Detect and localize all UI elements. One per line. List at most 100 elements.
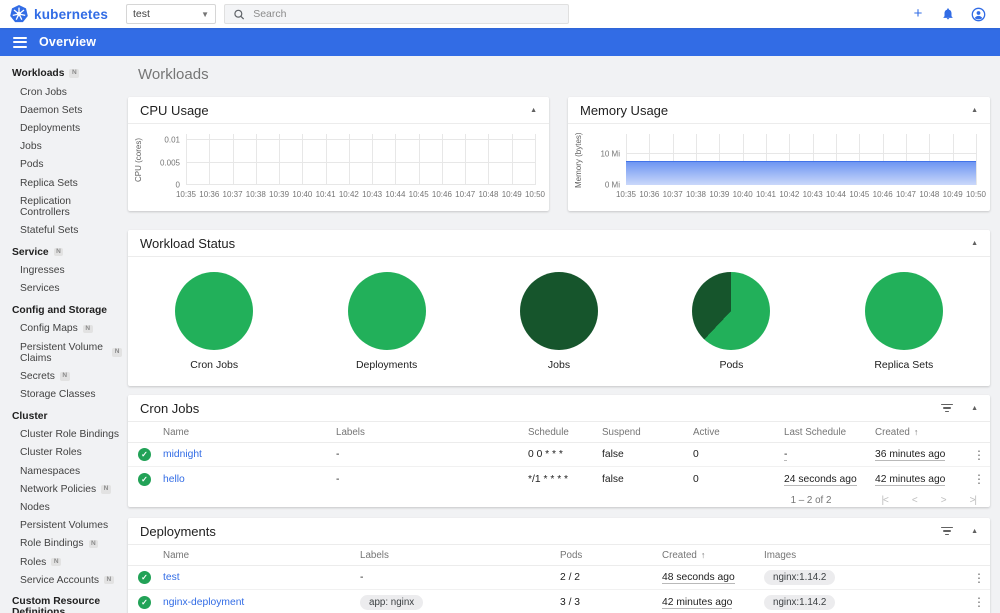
sidebar-item-jobs[interactable]: Jobs	[0, 138, 126, 156]
collapse-icon[interactable]: ▲	[971, 528, 978, 535]
table-row: ✓ midnight -0 0 * * * false 0-36 minutes ago…	[128, 443, 990, 467]
labels-value: app: nginx	[360, 594, 424, 610]
schedule-cell: */1 * * * *	[528, 473, 569, 485]
sidebar-section-cluster[interactable]: Cluster	[0, 406, 126, 426]
column-header-created[interactable]: Created ↑	[875, 427, 968, 438]
column-header-images[interactable]: Images	[764, 550, 968, 561]
row-menu-icon[interactable]: ⋮	[973, 448, 985, 462]
chevron-right-icon[interactable]: >	[941, 495, 947, 506]
sidebar-section-service[interactable]: Service N	[0, 242, 126, 262]
sidebar-section-workloads[interactable]: Workloads N	[0, 63, 126, 83]
pie-chart-replica-sets	[864, 271, 943, 350]
cron-jobs-table: Name Labels Schedule Suspend Active Last Sche…	[128, 422, 990, 491]
column-header-last-schedule[interactable]: Last Schedule	[784, 427, 875, 438]
chevron-left-icon[interactable]: <	[912, 495, 918, 506]
created-cell: 36 minutes ago	[875, 449, 968, 461]
y-tick-label: 0.005	[159, 158, 180, 168]
x-tick-label: 10:35	[175, 190, 197, 199]
memory-card-header: Memory Usage ▲	[568, 97, 990, 124]
column-header-suspend[interactable]: Suspend	[602, 427, 693, 438]
sidebar-item-stateful-sets[interactable]: Stateful Sets	[0, 221, 126, 239]
sidebar-item-label: Secrets	[20, 370, 55, 382]
column-header-labels[interactable]: Labels	[360, 550, 560, 561]
deployment-name-link[interactable]: nginx-deployment	[163, 597, 360, 608]
gridline	[626, 152, 976, 154]
last-schedule-value: 24 seconds ago	[784, 473, 857, 486]
x-tick-label: 10:35	[615, 190, 637, 199]
sidebar-item-daemon-sets[interactable]: Daemon Sets	[0, 101, 126, 119]
row-menu-icon[interactable]: ⋮	[973, 472, 985, 486]
column-header-pods[interactable]: Pods	[560, 550, 662, 561]
collapse-icon[interactable]: ▲	[971, 405, 978, 412]
sidebar-item-service-accounts[interactable]: Service Accounts N	[0, 571, 126, 589]
sidebar-item-config-maps[interactable]: Config Maps N	[0, 320, 126, 338]
sidebar-item-secrets[interactable]: Secrets N	[0, 367, 126, 385]
section-label: Cluster	[12, 410, 48, 422]
workload-status-card: Workload Status ▲ Cron Jobs Deployments Jo…	[128, 230, 990, 386]
sidebar-item-label: Namespaces	[20, 465, 81, 477]
sidebar-item-label: Replication Controllers	[20, 195, 71, 218]
sidebar-item-replica-sets[interactable]: Replica Sets	[0, 174, 126, 192]
sidebar-item-pods[interactable]: Pods	[0, 156, 126, 174]
search-bar[interactable]	[224, 4, 569, 24]
menu-icon[interactable]	[13, 34, 27, 50]
sidebar-section-config-and-storage[interactable]: Config and Storage	[0, 300, 126, 320]
collapse-icon[interactable]: ▲	[971, 240, 978, 247]
namespace-selector[interactable]: test ▼	[126, 4, 216, 24]
column-header-created[interactable]: Created ↑	[662, 550, 764, 561]
sidebar-item-cluster-roles[interactable]: Cluster Roles	[0, 444, 126, 462]
search-input[interactable]	[253, 8, 560, 20]
sidebar-item-ingresses[interactable]: Ingresses	[0, 262, 126, 280]
y-tick-label: 0.01	[164, 135, 180, 145]
column-header-schedule[interactable]: Schedule	[528, 427, 602, 438]
x-tick-label: 10:38	[685, 190, 707, 199]
sidebar-section-custom-resource-definitions[interactable]: Custom Resource Definitions	[0, 591, 126, 613]
sidebar-item-nodes[interactable]: Nodes	[0, 498, 126, 516]
sidebar-item-label: Cron Jobs	[20, 86, 67, 98]
cron-job-name-link[interactable]: midnight	[163, 449, 336, 460]
account-icon[interactable]	[970, 6, 986, 22]
sidebar-item-namespaces[interactable]: Namespaces	[0, 462, 126, 480]
gridline	[488, 134, 490, 185]
row-menu-icon[interactable]: ⋮	[973, 595, 985, 609]
filter-icon[interactable]	[941, 525, 954, 538]
row-menu-icon[interactable]: ⋮	[973, 571, 985, 585]
suspend-cell: false	[602, 473, 624, 485]
notifications-icon[interactable]	[940, 6, 956, 22]
filter-icon[interactable]	[941, 402, 954, 415]
column-header-label: Created	[662, 549, 697, 561]
sidebar-item-replication-controllers[interactable]: Replication Controllers	[0, 192, 126, 221]
sidebar-item-role-bindings[interactable]: Role Bindings N	[0, 535, 126, 553]
cpu-chart: CPU (cores) 10:35 10:36 10:37 10:38 10:39 10:…	[128, 124, 549, 210]
deployments-header: Deployments ▲	[128, 518, 990, 545]
collapse-icon[interactable]: ▲	[971, 107, 978, 114]
sidebar-item-persistent-volumes[interactable]: Persistent Volumes	[0, 517, 126, 535]
sidebar-item-cluster-role-bindings[interactable]: Cluster Role Bindings	[0, 426, 126, 444]
deployments-title: Deployments	[140, 523, 216, 539]
add-icon[interactable]: +	[910, 6, 926, 22]
column-header-active[interactable]: Active	[693, 427, 784, 438]
sidebar-item-storage-classes[interactable]: Storage Classes	[0, 385, 126, 403]
sidebar-item-cron-jobs[interactable]: Cron Jobs	[0, 83, 126, 101]
sidebar-item-roles[interactable]: Roles N	[0, 553, 126, 571]
sidebar-item-network-policies[interactable]: Network Policies N	[0, 480, 126, 498]
sidebar-item-persistent-volume-claims[interactable]: Persistent Volume Claims N	[0, 338, 126, 367]
column-header-name[interactable]: Name	[163, 550, 360, 561]
namespaced-badge: N	[82, 324, 93, 334]
sidebar-item-services[interactable]: Services	[0, 280, 126, 298]
column-header-labels[interactable]: Labels	[336, 427, 528, 438]
last-page-icon[interactable]: >|	[970, 495, 978, 506]
schedule-cell: 0 0 * * *	[528, 449, 563, 460]
column-header-name[interactable]: Name	[163, 427, 336, 438]
namespaced-badge: N	[88, 539, 99, 549]
deployment-name-link[interactable]: test	[163, 572, 360, 583]
sidebar-item-deployments[interactable]: Deployments	[0, 119, 126, 137]
cron-job-name-link[interactable]: hello	[163, 474, 336, 485]
gridline	[279, 134, 281, 185]
collapse-icon[interactable]: ▲	[530, 107, 537, 114]
kubernetes-logo[interactable]: kubernetes	[10, 5, 126, 23]
gridline	[255, 134, 257, 185]
workload-status-replica-sets: Replica Sets	[818, 271, 990, 371]
namespaced-badge: N	[53, 247, 64, 257]
first-page-icon[interactable]: |<	[881, 495, 889, 506]
